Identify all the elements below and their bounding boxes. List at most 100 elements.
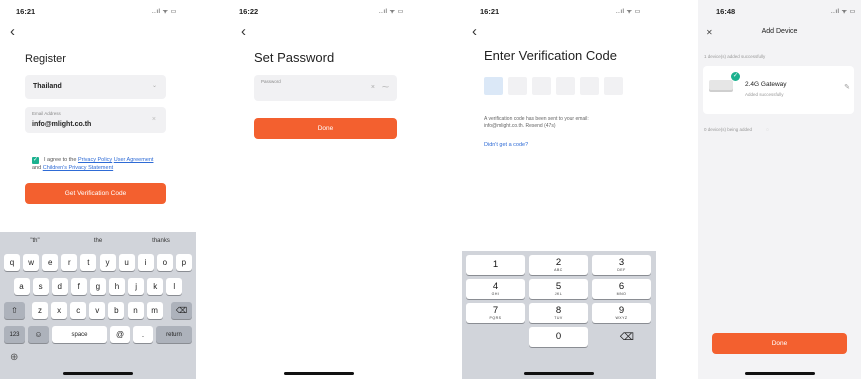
password-field[interactable]: Password × ⁓ bbox=[254, 75, 397, 101]
return-key[interactable]: return bbox=[156, 326, 192, 343]
numpad-letters: WXYZ bbox=[615, 316, 628, 321]
numpad-key-0[interactable]: 0 bbox=[529, 327, 588, 347]
numpad-letters: MNO bbox=[616, 292, 627, 297]
key-m[interactable]: m bbox=[146, 302, 163, 319]
pending-label: 0 device(s) being added bbox=[704, 127, 753, 132]
done-button[interactable]: Done bbox=[712, 333, 847, 354]
numpad-digit: 3 bbox=[618, 256, 625, 268]
key-s[interactable]: s bbox=[32, 278, 49, 295]
status-time: 16:21 bbox=[480, 7, 500, 16]
password-label: Password bbox=[261, 79, 281, 84]
numpad-key-8[interactable]: 8 TUV bbox=[529, 303, 588, 323]
back-icon[interactable]: ‹ bbox=[10, 24, 15, 39]
code-box-1[interactable] bbox=[484, 77, 503, 95]
status-icons: ..ıl ᯤ ▭ bbox=[831, 9, 856, 15]
shift-key[interactable]: ⇧ bbox=[4, 302, 25, 319]
key-p[interactable]: p bbox=[175, 254, 192, 271]
code-boxes[interactable] bbox=[484, 77, 624, 95]
delete-icon[interactable]: ⌫ bbox=[602, 329, 652, 347]
numpad-key-4[interactable]: 4 GHI bbox=[466, 279, 525, 299]
key-u[interactable]: u bbox=[118, 254, 135, 271]
suggestion-2[interactable]: the bbox=[73, 238, 123, 244]
space-key[interactable]: space bbox=[52, 326, 107, 343]
children-privacy-link[interactable]: Children's Privacy Statement bbox=[43, 165, 113, 171]
key-l[interactable]: l bbox=[166, 278, 183, 295]
numpad-key-1[interactable]: 1 bbox=[466, 255, 525, 275]
numpad-key-5[interactable]: 5 JKL bbox=[529, 279, 588, 299]
delete-key[interactable]: ⌫ bbox=[171, 302, 192, 319]
key-x[interactable]: x bbox=[51, 302, 68, 319]
verification-screen: 16:21 ..ıl ᯤ ▭ ‹ Enter Verification Code… bbox=[462, 0, 656, 379]
key-t[interactable]: t bbox=[80, 254, 97, 271]
dot-key[interactable]: . bbox=[133, 326, 153, 343]
page-title: Add Device bbox=[761, 28, 798, 35]
keyboard: "th" the thanks q w e r t y u i o p a s d f g h j k l ⇧ z x c v… bbox=[0, 232, 196, 379]
device-card[interactable]: ✓ 2.4G Gateway Added successfully ✎ bbox=[703, 66, 854, 114]
code-box-3[interactable] bbox=[532, 77, 551, 95]
globe-icon[interactable]: ⊕ bbox=[10, 352, 18, 363]
key-a[interactable]: a bbox=[13, 278, 30, 295]
email-label: Email Address bbox=[32, 111, 61, 116]
key-k[interactable]: k bbox=[147, 278, 164, 295]
back-icon[interactable]: ‹ bbox=[472, 24, 477, 39]
country-value: Thailand bbox=[33, 83, 62, 90]
eye-icon[interactable]: ⁓ bbox=[382, 83, 389, 91]
privacy-policy-link[interactable]: Privacy Policy bbox=[78, 157, 112, 163]
key-g[interactable]: g bbox=[89, 278, 106, 295]
key-w[interactable]: w bbox=[23, 254, 40, 271]
numpad-key-7[interactable]: 7 PQRS bbox=[466, 303, 525, 323]
added-label: 1 device(s) added successfully bbox=[704, 54, 766, 59]
page-title: Register bbox=[25, 53, 66, 65]
key-c[interactable]: c bbox=[70, 302, 87, 319]
verification-info: A verification code has been sent to you… bbox=[484, 116, 589, 129]
key-d[interactable]: d bbox=[51, 278, 68, 295]
numpad-digit: 5 bbox=[555, 280, 562, 292]
device-name: 2.4G Gateway bbox=[745, 81, 787, 88]
clear-icon[interactable]: × bbox=[152, 116, 156, 123]
key-h[interactable]: h bbox=[109, 278, 125, 295]
numpad-letters: DEF bbox=[617, 268, 626, 273]
home-indicator bbox=[524, 372, 594, 375]
user-agreement-link[interactable]: User Agreement bbox=[114, 157, 154, 163]
key-i[interactable]: i bbox=[137, 254, 154, 271]
clear-icon[interactable]: × bbox=[371, 84, 375, 91]
key-z[interactable]: z bbox=[32, 302, 48, 319]
numpad-letters: GHI bbox=[491, 292, 500, 297]
key-v[interactable]: v bbox=[89, 302, 106, 319]
suggestion-1[interactable]: "th" bbox=[10, 238, 60, 244]
key-o[interactable]: o bbox=[156, 254, 173, 271]
back-icon[interactable]: ‹ bbox=[241, 24, 246, 39]
key-y[interactable]: y bbox=[99, 254, 116, 271]
set-password-screen: 16:22 ..ıl ᯤ ▭ ‹ Set Password Password ×… bbox=[221, 0, 417, 379]
key-q[interactable]: q bbox=[4, 254, 20, 271]
code-box-5[interactable] bbox=[580, 77, 599, 95]
numbers-key[interactable]: 123 bbox=[4, 326, 25, 343]
key-b[interactable]: b bbox=[108, 302, 125, 319]
code-box-6[interactable] bbox=[604, 77, 623, 95]
code-box-4[interactable] bbox=[556, 77, 575, 95]
key-n[interactable]: n bbox=[127, 302, 144, 319]
check-icon: ✓ bbox=[731, 72, 740, 81]
edit-icon[interactable]: ✎ bbox=[844, 83, 850, 91]
key-j[interactable]: j bbox=[128, 278, 145, 295]
numpad-key-2[interactable]: 2 ABC bbox=[529, 255, 588, 275]
key-f[interactable]: f bbox=[70, 278, 87, 295]
done-button[interactable]: Done bbox=[254, 118, 397, 139]
emoji-key[interactable]: ☺ bbox=[28, 326, 49, 343]
suggestion-3[interactable]: thanks bbox=[136, 238, 186, 244]
email-field[interactable]: Email Address info@mlight.co.th × bbox=[25, 107, 166, 133]
numpad-key-9[interactable]: 9 WXYZ bbox=[592, 303, 651, 323]
and-text: and bbox=[32, 165, 42, 171]
at-key[interactable]: @ bbox=[110, 326, 130, 343]
key-e[interactable]: e bbox=[42, 254, 59, 271]
numpad-letters: PQRS bbox=[489, 316, 502, 321]
agreement-text: I agree to the Privacy Policy User Agree… bbox=[32, 156, 160, 172]
country-selector[interactable]: Thailand ⌄ bbox=[25, 75, 166, 99]
no-code-link[interactable]: Didn't get a code? bbox=[484, 142, 528, 148]
code-box-2[interactable] bbox=[508, 77, 527, 95]
numpad-key-3[interactable]: 3 DEF bbox=[592, 255, 651, 275]
get-verification-code-button[interactable]: Get Verification Code bbox=[25, 183, 166, 204]
key-r[interactable]: r bbox=[61, 254, 78, 271]
numpad-key-6[interactable]: 6 MNO bbox=[592, 279, 651, 299]
home-indicator bbox=[284, 372, 354, 375]
